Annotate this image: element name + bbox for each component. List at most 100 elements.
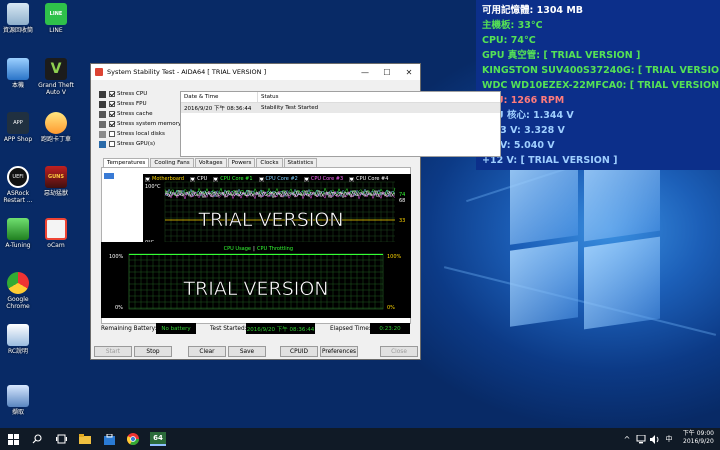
stress-checkbox[interactable]	[109, 111, 115, 117]
legend-entry[interactable]: CPU Core #1	[213, 176, 253, 182]
stress-option[interactable]: Stress local disks	[99, 129, 183, 139]
aida64-app-icon	[95, 68, 103, 76]
chrome-taskbar-icon[interactable]	[126, 432, 140, 446]
usage-y-top-left: 100%	[109, 254, 124, 260]
button-bar: Start Stop Clear Save CPUID Preferences …	[91, 346, 420, 360]
temp-current-value: 33	[399, 218, 405, 224]
ocam-icon[interactable]: oCam	[38, 218, 74, 249]
legend-checkbox[interactable]	[190, 176, 196, 182]
elapsed-time-label: Elapsed Time:	[330, 326, 371, 332]
stability-test-window: System Stability Test - AIDA64 [ TRIAL V…	[90, 63, 501, 360]
window-titlebar[interactable]: System Stability Test - AIDA64 [ TRIAL V…	[91, 64, 420, 80]
chart-title-separator: |	[253, 246, 255, 252]
search-icon[interactable]	[30, 432, 44, 446]
save-button[interactable]: Save	[228, 346, 266, 357]
sensor-row: KINGSTON SUV400S37240G: [ TRIAL VERSION …	[482, 65, 720, 76]
taskbar: 64 ^ 中 下午 09:00 2016/9/20	[0, 428, 720, 450]
asrock-restart-icon[interactable]: UEFI ASRock Restart ...	[0, 166, 36, 204]
guns-rush-icon[interactable]: GUNS 惡劫猛獸	[38, 166, 74, 197]
file-explorer-icon[interactable]	[78, 432, 92, 446]
google-chrome-icon[interactable]: Google Chrome	[0, 272, 36, 310]
hardware-icon	[99, 90, 106, 98]
legend-entry[interactable]: CPU Core #4	[349, 176, 388, 182]
sensor-row: +12 V: [ TRIAL VERSION ]	[482, 155, 618, 166]
log-col-status[interactable]: Status	[258, 94, 279, 100]
snipping-tool-icon[interactable]: 擷取	[0, 385, 36, 416]
recycle-bin-icon[interactable]: 資源回收筒	[0, 3, 36, 34]
gta-v-icon[interactable]: V Grand Theft Auto V	[38, 58, 74, 96]
log-table[interactable]: Date & Time Status 2016/9/20 下午 08:36:44…	[180, 91, 501, 157]
a-tuning-icon[interactable]: A-Tuning	[0, 218, 36, 249]
start-menu-icon[interactable]	[6, 432, 20, 446]
battery-value: No battery	[156, 323, 196, 334]
sensor-row: 主機板: 33°C	[482, 20, 543, 31]
kartrider-icon[interactable]: 跑跑卡丁車	[38, 112, 74, 143]
stress-checkbox[interactable]	[109, 121, 115, 127]
sensor-row: +3.3 V: 3.328 V	[482, 125, 565, 136]
aida64-taskbar-icon[interactable]: 64	[150, 432, 166, 446]
maximize-icon[interactable]: ☐	[376, 68, 398, 77]
legend-checkbox[interactable]	[303, 176, 309, 182]
legend-checkbox[interactable]	[349, 176, 355, 182]
store-icon[interactable]	[102, 432, 116, 446]
temp-current-value: 68	[399, 198, 405, 204]
sensor-row: GPU 真空管: [ TRIAL VERSION ]	[482, 50, 641, 61]
sensor-list-selection[interactable]	[104, 173, 114, 179]
stop-button[interactable]: Stop	[134, 346, 172, 357]
stress-options: Stress CPU Stress FPU Stress cache Stress s…	[99, 89, 183, 149]
sensor-panel: 可用記憶體: 1304 MB 主機板: 33°C CPU: 74°C GPU 真空管:…	[476, 0, 720, 170]
network-icon[interactable]	[634, 432, 648, 446]
clock-time: 下午 09:00	[682, 430, 714, 437]
legend-entry[interactable]: CPU Core #3	[303, 176, 343, 182]
hardware-icon	[99, 140, 106, 148]
temp-watermark: TRIAL VERSION	[197, 209, 343, 231]
minimize-icon[interactable]: —	[354, 68, 376, 77]
legend-entry[interactable]: CPU	[190, 176, 207, 182]
legend-entry[interactable]: Motherboard	[145, 176, 184, 182]
tray-expand-icon[interactable]: ^	[620, 432, 634, 446]
task-view-icon[interactable]	[54, 432, 68, 446]
rc-help-icon[interactable]: RC說明	[0, 324, 36, 355]
log-status-cell: Stability Test Started	[261, 105, 319, 111]
this-pc-icon[interactable]: 本機	[0, 58, 36, 89]
cpuid-button[interactable]: CPUID	[280, 346, 318, 357]
clock[interactable]: 下午 09:00 2016/9/20	[683, 430, 714, 446]
sensor-row: CPU: 1266 RPM	[482, 95, 565, 106]
line-app-icon[interactable]: LINE LINE	[38, 3, 74, 34]
stress-option[interactable]: Stress FPU	[99, 99, 183, 109]
hardware-icon	[99, 100, 106, 108]
stress-checkbox[interactable]	[109, 101, 115, 107]
clear-button[interactable]: Clear	[188, 346, 226, 357]
stress-checkbox[interactable]	[109, 91, 115, 97]
hardware-icon	[99, 110, 106, 118]
test-started-value: 2016/9/20 下午 08:36:44	[246, 323, 315, 334]
usage-y-bottom-left: 0%	[115, 305, 123, 311]
ime-icon[interactable]: 中	[662, 432, 676, 446]
log-col-date[interactable]: Date & Time	[181, 92, 258, 102]
stress-option[interactable]: Stress system memory	[99, 119, 183, 129]
stress-option[interactable]: Stress GPU(s)	[99, 139, 183, 149]
legend-checkbox[interactable]	[258, 176, 264, 182]
log-date-cell: 2016/9/20 下午 08:36:44	[184, 106, 252, 112]
legend-checkbox[interactable]	[145, 176, 150, 182]
temp-y-top-label: 100°C	[145, 184, 161, 190]
sensor-row: +5 V: 5.040 V	[482, 140, 555, 151]
elapsed-time-value: 0:23:20	[370, 323, 410, 334]
close-icon[interactable]: ✕	[398, 68, 420, 77]
legend-checkbox[interactable]	[213, 176, 219, 182]
stress-checkbox[interactable]	[109, 131, 115, 137]
volume-icon[interactable]	[648, 432, 662, 446]
stress-checkbox[interactable]	[109, 141, 115, 147]
start-button[interactable]: Start	[94, 346, 132, 357]
stress-option[interactable]: Stress cache	[99, 109, 183, 119]
stress-option-label: Stress local disks	[117, 131, 165, 137]
preferences-button[interactable]: Preferences	[320, 346, 358, 357]
legend-label: CPU Core #1	[220, 176, 253, 182]
legend-entry[interactable]: CPU Core #2	[258, 176, 298, 182]
stress-option[interactable]: Stress CPU	[99, 89, 183, 99]
table-row[interactable]: 2016/9/20 下午 08:36:44 Stability Test Sta…	[181, 103, 500, 113]
usage-y-bottom-right: 0%	[387, 305, 395, 311]
close-button[interactable]: Close	[380, 346, 418, 357]
app-shop-icon[interactable]: APP APP Shop	[0, 112, 36, 143]
sensor-row: CPU: 74°C	[482, 35, 536, 46]
